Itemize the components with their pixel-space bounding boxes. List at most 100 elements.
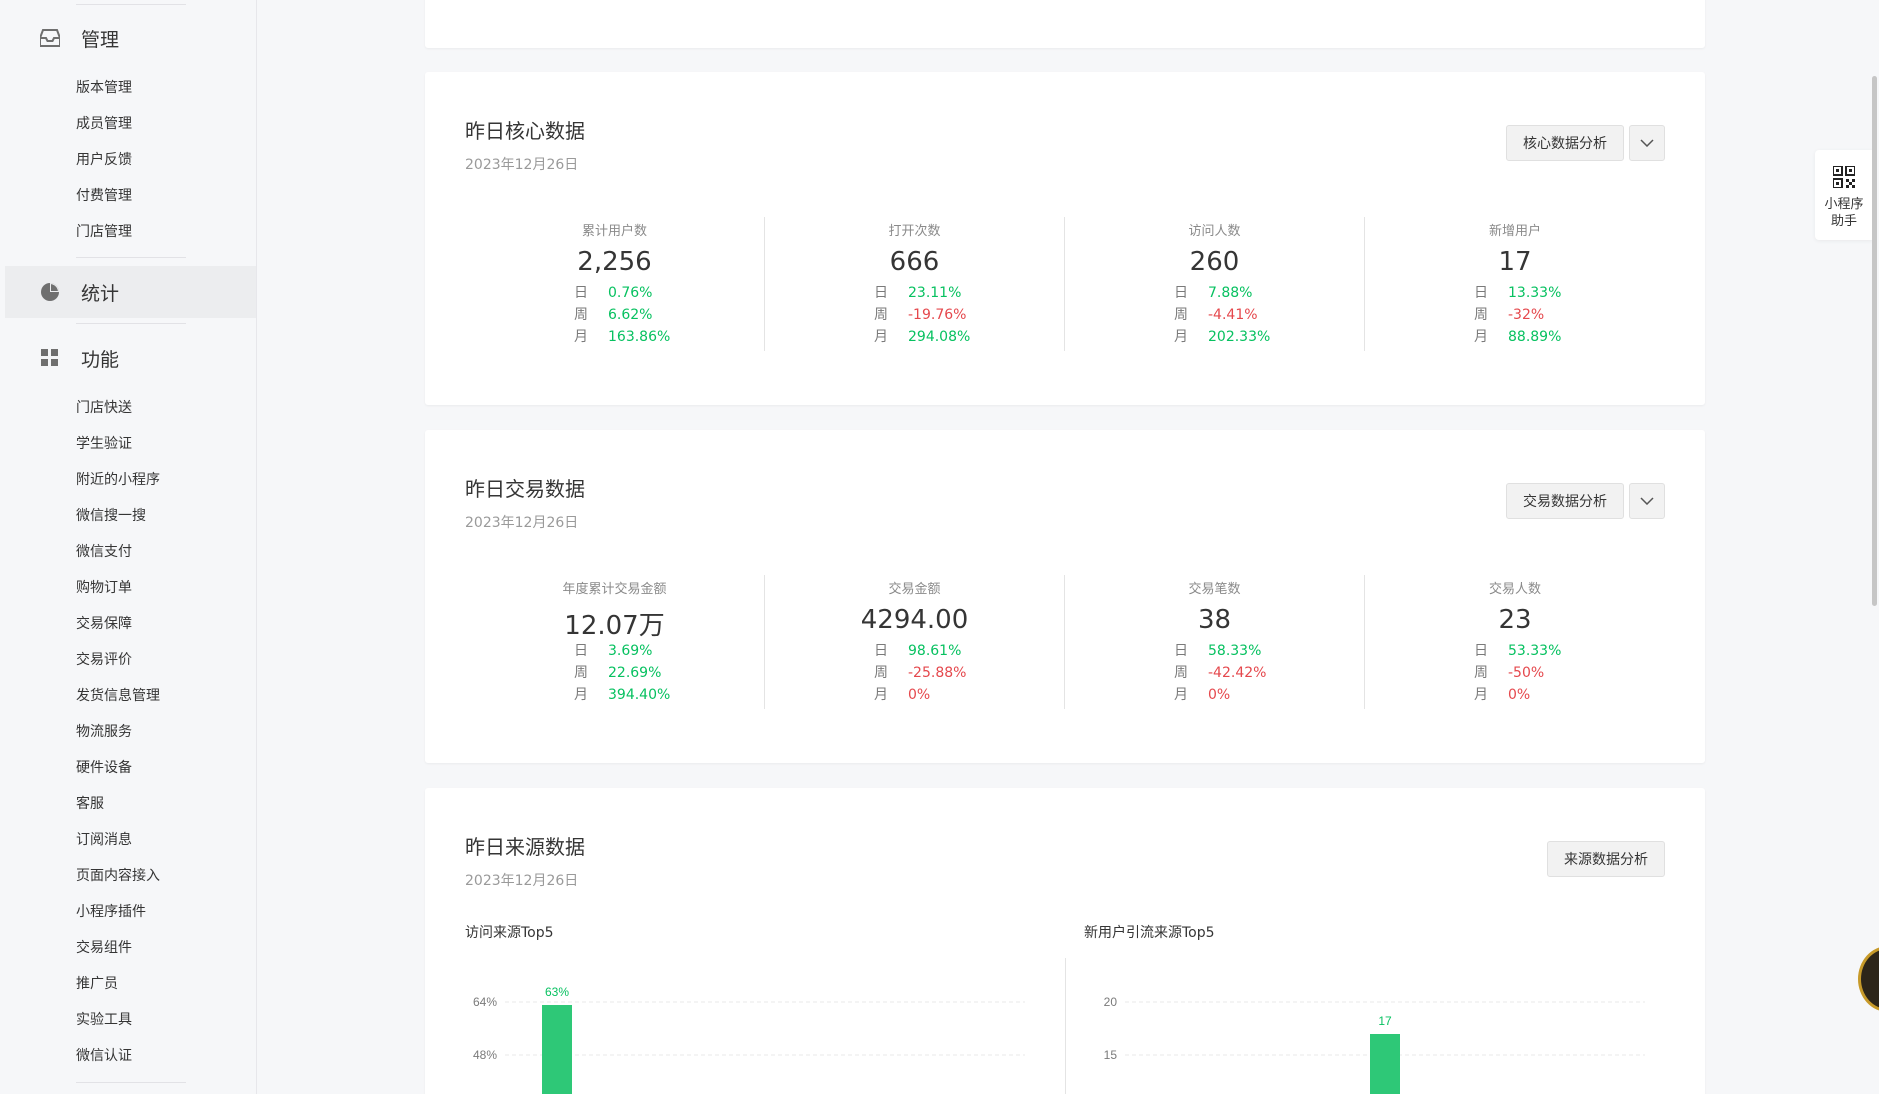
- sidebar: 管理 版本管理 成员管理 用户反馈 付费管理 门店管理 统计 功能 门店快送 学…: [0, 0, 257, 1094]
- metric-day-row: 日 53.33%: [1474, 643, 1562, 659]
- sidebar-divider: [76, 257, 186, 258]
- sidebar-group-label: 统计: [81, 282, 120, 305]
- sidebar-item-nearby[interactable]: 附近的小程序: [76, 470, 160, 490]
- sidebar-item-subscribe-msg[interactable]: 订阅消息: [76, 830, 132, 850]
- sidebar-item-feedback[interactable]: 用户反馈: [76, 150, 132, 170]
- metric-week-row: 周 -19.76%: [874, 307, 967, 323]
- sidebar-group-features[interactable]: 功能: [5, 332, 256, 384]
- qr-code-icon: [1815, 166, 1873, 188]
- source-analysis-button[interactable]: 来源数据分析: [1547, 841, 1665, 877]
- metric-value: 38: [1197, 605, 1232, 635]
- y-tick-label: 64%: [473, 995, 497, 1009]
- metric-value: 666: [889, 247, 940, 277]
- card-title: 昨日来源数据: [465, 835, 585, 859]
- sidebar-item-orders[interactable]: 购物订单: [76, 578, 132, 598]
- sidebar-item-stores[interactable]: 门店管理: [76, 222, 132, 242]
- sidebar-item-trade-guarantee[interactable]: 交易保障: [76, 614, 132, 634]
- metric-week-row: 周 22.69%: [574, 665, 662, 681]
- sidebar-group-stats[interactable]: 统计: [5, 266, 256, 318]
- sidebar-item-experiment[interactable]: 实验工具: [76, 1010, 132, 1030]
- sidebar-divider: [76, 323, 186, 324]
- metric-total-users: 累计用户数 2,256 日 0.76% 周 6.62% 月 163.86%: [465, 217, 765, 351]
- metric-month-row: 月 0%: [1474, 687, 1531, 703]
- trade-analysis-button[interactable]: 交易数据分析: [1506, 483, 1624, 519]
- sidebar-group-label: 功能: [81, 348, 120, 371]
- grid-icon: [40, 348, 60, 368]
- metric-day-row: 日 13.33%: [1474, 285, 1562, 301]
- core-analysis-button[interactable]: 核心数据分析: [1506, 125, 1624, 161]
- metric-month-row: 月 0%: [874, 687, 931, 703]
- metric-day-row: 日 7.88%: [1174, 285, 1253, 301]
- metric-trade-count: 交易笔数 38 日 58.33% 周 -42.42% 月 0%: [1065, 575, 1365, 709]
- metric-label: 访问人数: [1188, 224, 1241, 239]
- metric-day-row: 日 3.69%: [574, 643, 653, 659]
- metric-week-row: 周 -50%: [1474, 665, 1545, 681]
- metric-day-row: 日 98.61%: [874, 643, 962, 659]
- sidebar-item-customer-service[interactable]: 客服: [76, 794, 104, 814]
- visit-source-chart: 64% 48% 63%: [473, 985, 1025, 1094]
- sidebar-group-label: 管理: [81, 28, 120, 51]
- sidebar-item-wechat-pay[interactable]: 微信支付: [76, 542, 132, 562]
- metric-day-row: 日 58.33%: [1174, 643, 1262, 659]
- sidebar-item-shipping-info[interactable]: 发货信息管理: [76, 686, 160, 706]
- core-dropdown-button[interactable]: [1629, 125, 1665, 161]
- chart-title-new-user-source: 新用户引流来源Top5: [1084, 925, 1215, 941]
- sidebar-item-page-content[interactable]: 页面内容接入: [76, 866, 160, 886]
- bar-data-label: 17: [1378, 1014, 1392, 1028]
- core-metrics: 累计用户数 2,256 日 0.76% 周 6.62% 月 163.86% 打开次数 …: [465, 217, 1665, 351]
- metric-week-row: 周 -25.88%: [874, 665, 967, 681]
- helper-label-2: 助手: [1830, 214, 1857, 229]
- metric-week-row: 周 -4.41%: [1174, 307, 1258, 323]
- sidebar-item-search[interactable]: 微信搜一搜: [76, 506, 146, 526]
- sidebar-item-hardware[interactable]: 硬件设备: [76, 758, 132, 778]
- metric-label: 年度累计交易金额: [562, 582, 667, 597]
- metric-month-row: 月 163.86%: [574, 329, 671, 345]
- y-tick-label: 15: [1104, 1048, 1118, 1062]
- sidebar-item-trade-review[interactable]: 交易评价: [76, 650, 132, 670]
- sidebar-item-promoter[interactable]: 推广员: [76, 974, 118, 994]
- sidebar-item-members[interactable]: 成员管理: [76, 114, 132, 134]
- card-date: 2023年12月26日: [465, 515, 579, 531]
- sidebar-item-payment[interactable]: 付费管理: [76, 186, 132, 206]
- helper-label-1: 小程序: [1824, 197, 1864, 212]
- sidebar-item-verify[interactable]: 微信认证: [76, 1046, 132, 1066]
- trade-metrics: 年度累计交易金额 12.07万 日 3.69% 周 22.69% 月 394.40% …: [465, 575, 1665, 709]
- floating-avatar-badge[interactable]: [1858, 946, 1879, 1012]
- metric-label: 交易人数: [1488, 582, 1541, 597]
- metric-month-row: 月 394.40%: [574, 687, 671, 703]
- bar: [1370, 1034, 1400, 1094]
- metric-value: 260: [1189, 247, 1240, 277]
- metric-value: 12.07万: [564, 611, 665, 641]
- metric-trade-amount: 交易金额 4294.00 日 98.61% 周 -25.88% 月 0%: [765, 575, 1065, 709]
- chevron-down-icon: [1640, 497, 1654, 505]
- mini-program-helper[interactable]: 小程序 助手: [1815, 150, 1873, 240]
- card-date: 2023年12月26日: [465, 157, 579, 173]
- pie-chart-icon: [40, 282, 60, 302]
- sidebar-item-student-verify[interactable]: 学生验证: [76, 434, 132, 454]
- scrollbar[interactable]: [1872, 76, 1877, 606]
- metric-label: 新增用户: [1488, 224, 1541, 239]
- card-title: 昨日交易数据: [465, 477, 585, 501]
- metric-annual-amount: 年度累计交易金额 12.07万 日 3.69% 周 22.69% 月 394.40%: [465, 575, 765, 709]
- sidebar-divider: [76, 1082, 186, 1083]
- metric-label: 交易笔数: [1188, 582, 1241, 597]
- card-date: 2023年12月26日: [465, 873, 579, 889]
- sidebar-item-version[interactable]: 版本管理: [76, 78, 132, 98]
- metric-label: 累计用户数: [581, 224, 647, 239]
- metric-month-row: 月 88.89%: [1474, 329, 1562, 345]
- metric-trade-users: 交易人数 23 日 53.33% 周 -50% 月 0%: [1365, 575, 1665, 709]
- metric-month-row: 月 202.33%: [1174, 329, 1271, 345]
- metric-opens: 打开次数 666 日 23.11% 周 -19.76% 月 294.08%: [765, 217, 1065, 351]
- metric-label: 交易金额: [888, 582, 941, 597]
- sidebar-item-logistics[interactable]: 物流服务: [76, 722, 132, 742]
- metric-month-row: 月 0%: [1174, 687, 1231, 703]
- sidebar-item-plugins[interactable]: 小程序插件: [76, 902, 146, 922]
- trade-dropdown-button[interactable]: [1629, 483, 1665, 519]
- sidebar-item-trade-component[interactable]: 交易组件: [76, 938, 132, 958]
- y-tick-label: 20: [1104, 995, 1118, 1009]
- metric-visitors: 访问人数 260 日 7.88% 周 -4.41% 月 202.33%: [1065, 217, 1365, 351]
- y-tick-label: 48%: [473, 1048, 497, 1062]
- sidebar-item-store-delivery[interactable]: 门店快送: [76, 398, 132, 418]
- bar: [542, 1005, 572, 1094]
- sidebar-group-manage[interactable]: 管理: [5, 12, 256, 64]
